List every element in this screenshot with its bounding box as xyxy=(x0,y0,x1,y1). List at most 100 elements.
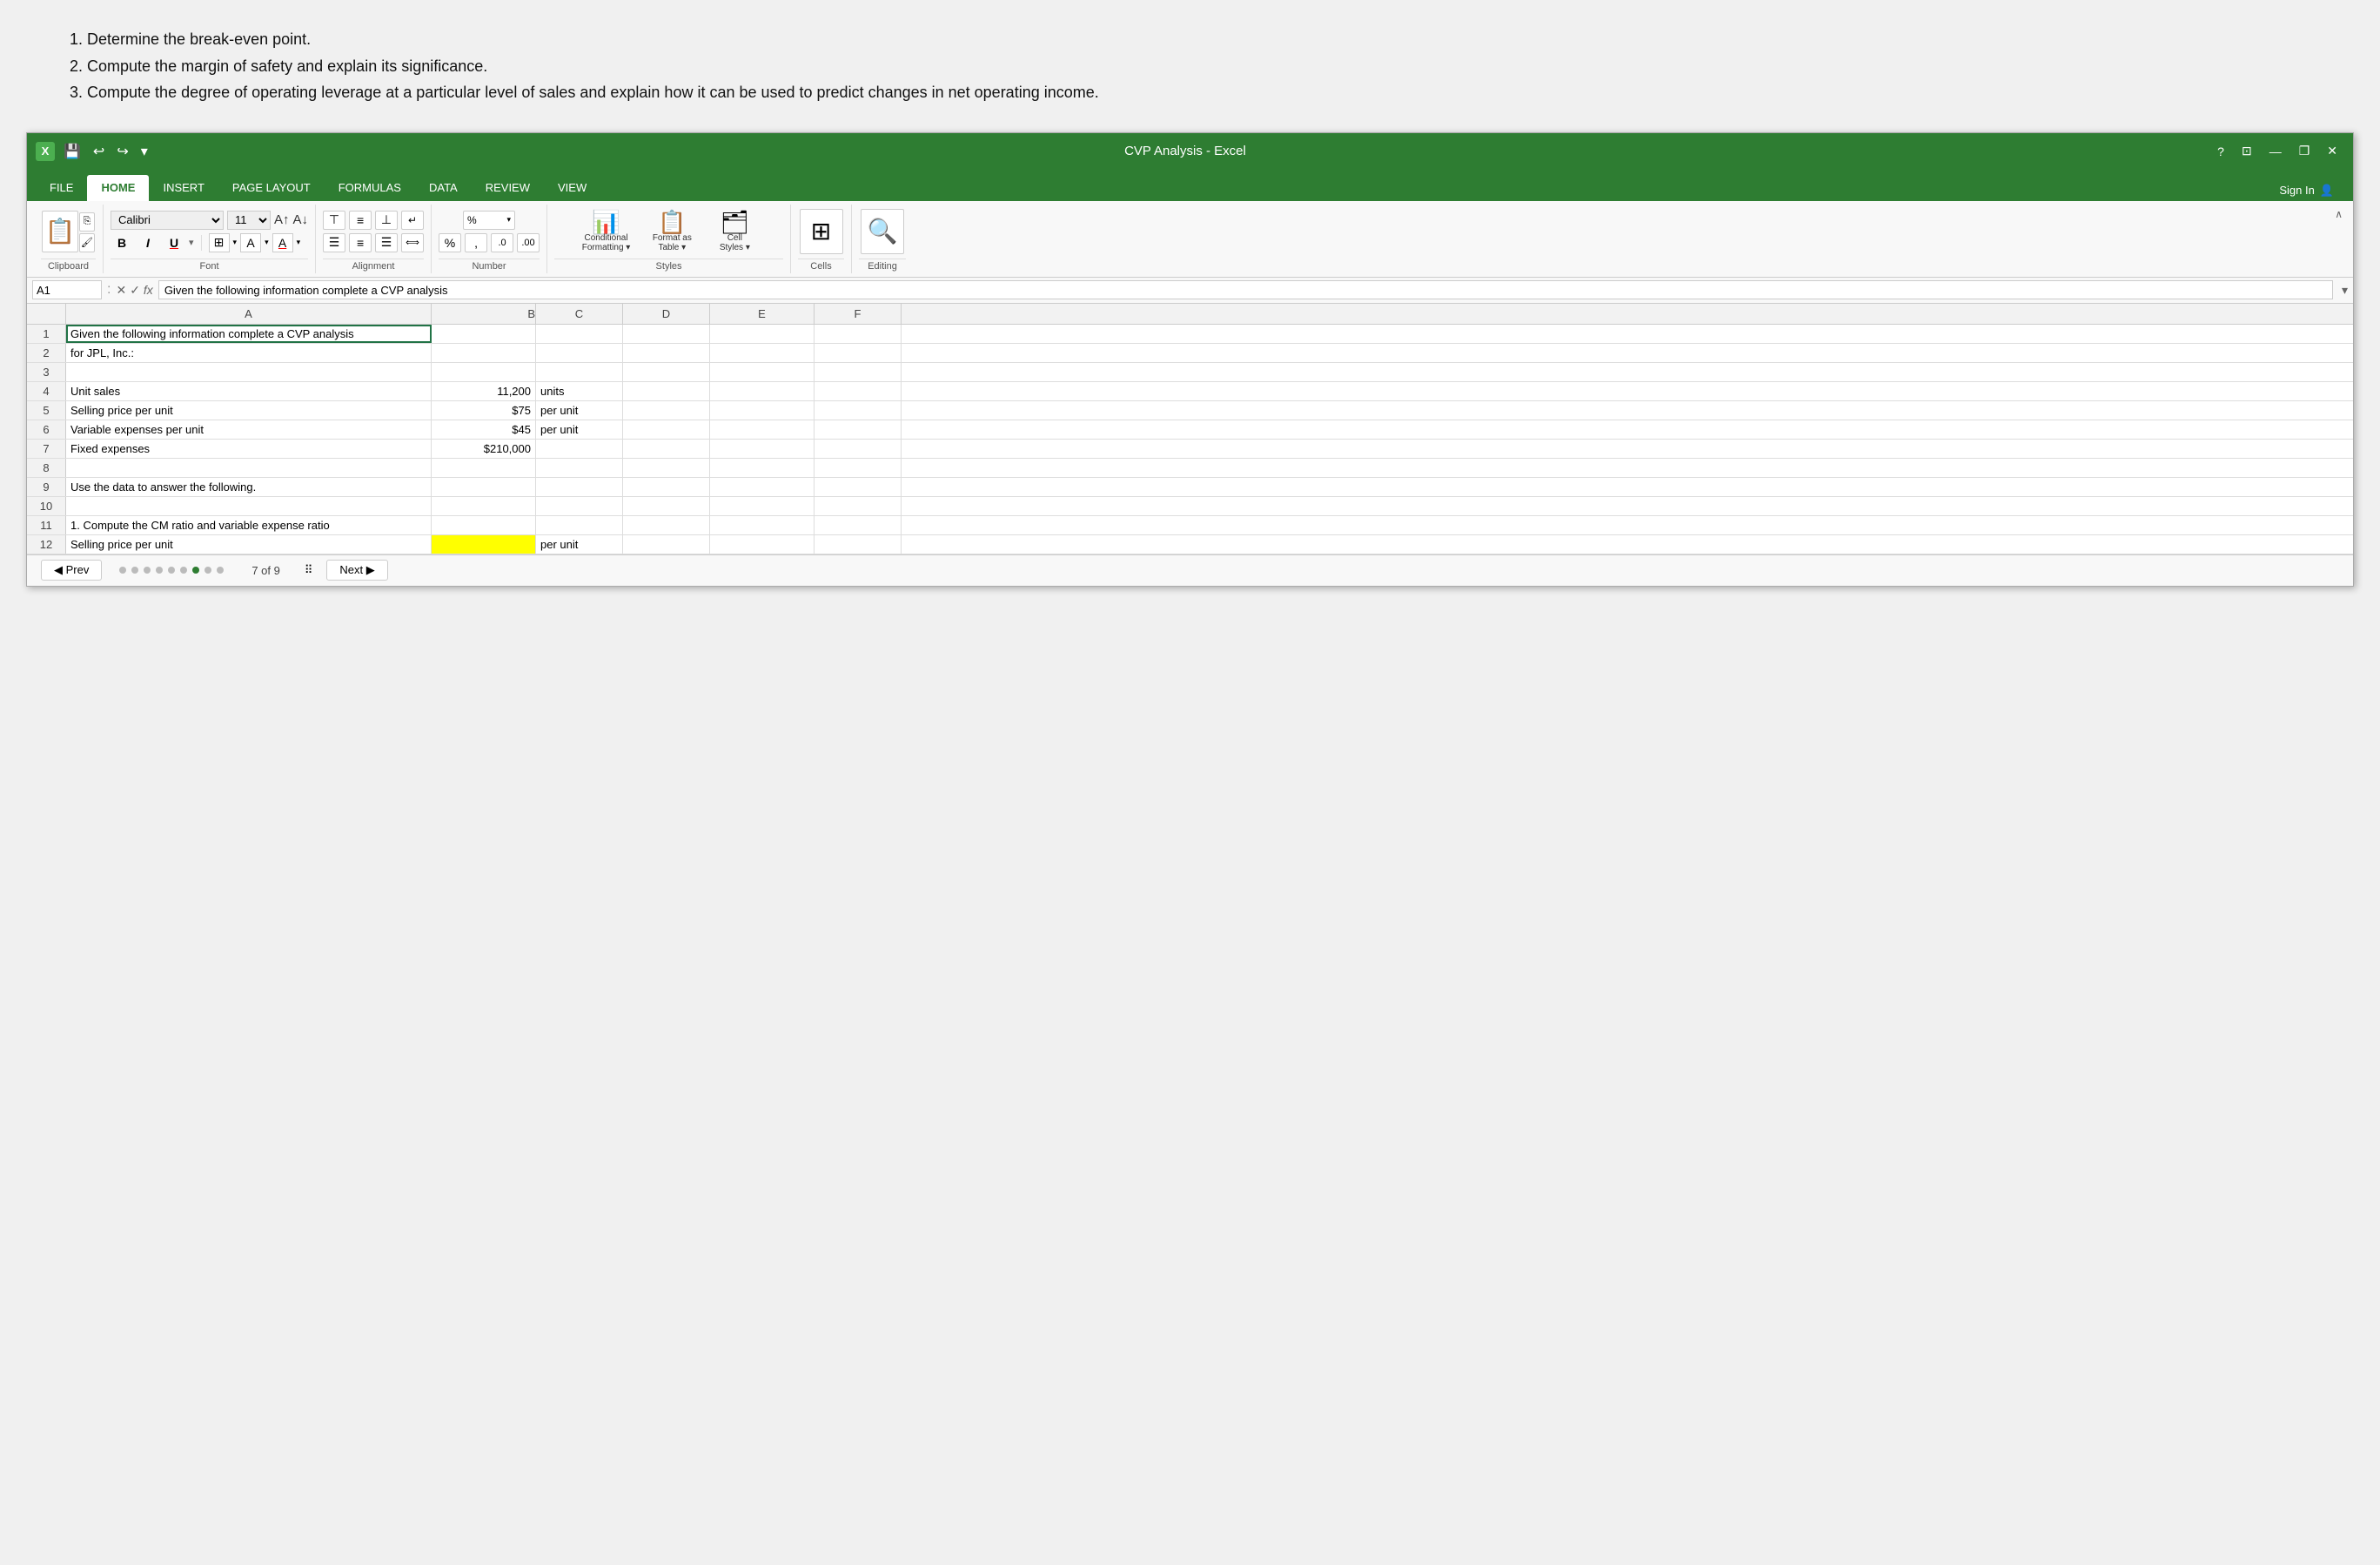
next-button[interactable]: Next ▶ xyxy=(326,560,387,581)
cell-b5[interactable]: $75 xyxy=(432,401,536,420)
tab-data[interactable]: DATA xyxy=(415,175,472,201)
cell-c3[interactable] xyxy=(536,363,623,381)
cell-e10[interactable] xyxy=(710,497,815,515)
tab-file[interactable]: FILE xyxy=(36,175,87,201)
col-header-c[interactable]: C xyxy=(536,304,623,324)
increase-decimal-button[interactable]: .0 xyxy=(491,233,513,252)
minimize-button[interactable]: — xyxy=(2263,143,2289,160)
cell-d6[interactable] xyxy=(623,420,710,439)
cell-a8[interactable] xyxy=(66,459,432,477)
cell-b11[interactable] xyxy=(432,516,536,534)
cell-d11[interactable] xyxy=(623,516,710,534)
sign-in-button[interactable]: Sign In 👤 xyxy=(2269,180,2344,201)
cell-a10[interactable] xyxy=(66,497,432,515)
cell-f9[interactable] xyxy=(815,478,902,496)
cell-b6[interactable]: $45 xyxy=(432,420,536,439)
font-name-select[interactable]: Calibri xyxy=(111,211,224,230)
cell-a6[interactable]: Variable expenses per unit xyxy=(66,420,432,439)
cell-d4[interactable] xyxy=(623,382,710,400)
undo-icon[interactable]: ↩ xyxy=(90,141,108,162)
fill-color-button[interactable]: A xyxy=(240,233,261,252)
prev-button[interactable]: ◀ Prev xyxy=(41,560,102,581)
cell-a9[interactable]: Use the data to answer the following. xyxy=(66,478,432,496)
cell-styles-button[interactable]: 🗂 CellStyles ▾ xyxy=(708,207,761,256)
cancel-formula-icon[interactable]: ✕ xyxy=(116,283,126,298)
cell-f4[interactable] xyxy=(815,382,902,400)
cell-f7[interactable] xyxy=(815,440,902,458)
cell-b10[interactable] xyxy=(432,497,536,515)
cell-d9[interactable] xyxy=(623,478,710,496)
tab-page-layout[interactable]: PAGE LAYOUT xyxy=(218,175,325,201)
merge-button[interactable]: ⟺ xyxy=(401,233,424,252)
cell-d1[interactable] xyxy=(623,325,710,343)
cell-f3[interactable] xyxy=(815,363,902,381)
col-header-f[interactable]: F xyxy=(815,304,902,324)
restore-button[interactable]: ❐ xyxy=(2292,142,2317,160)
col-header-d[interactable]: D xyxy=(623,304,710,324)
conditional-formatting-button[interactable]: 📊 ConditionalFormatting ▾ xyxy=(577,207,636,256)
cell-e2[interactable] xyxy=(710,344,815,362)
format-painter-button[interactable]: 🖌 xyxy=(79,233,95,252)
align-center-button[interactable]: ≡ xyxy=(349,233,372,252)
increase-font-button[interactable]: A↑ xyxy=(274,212,290,227)
ribbon-toggle[interactable]: ⊡ xyxy=(2235,142,2259,160)
cell-a2[interactable]: for JPL, Inc.: xyxy=(66,344,432,362)
cell-d7[interactable] xyxy=(623,440,710,458)
cell-a11[interactable]: 1. Compute the CM ratio and variable exp… xyxy=(66,516,432,534)
cell-a12[interactable]: Selling price per unit xyxy=(66,535,432,554)
formula-expand-icon[interactable]: ▾ xyxy=(2342,283,2348,298)
underline-button[interactable]: U xyxy=(163,233,185,252)
cell-b4[interactable]: 11,200 xyxy=(432,382,536,400)
cell-c8[interactable] xyxy=(536,459,623,477)
bold-button[interactable]: B xyxy=(111,233,133,252)
cell-d5[interactable] xyxy=(623,401,710,420)
cell-b7[interactable]: $210,000 xyxy=(432,440,536,458)
tab-review[interactable]: REVIEW xyxy=(472,175,544,201)
format-table-button[interactable]: 📋 Format asTable ▾ xyxy=(646,207,698,256)
cell-e9[interactable] xyxy=(710,478,815,496)
cell-c9[interactable] xyxy=(536,478,623,496)
cell-d8[interactable] xyxy=(623,459,710,477)
col-header-a[interactable]: A xyxy=(66,304,432,324)
paste-button[interactable]: 📋 xyxy=(42,211,78,252)
font-color-button[interactable]: A xyxy=(272,233,293,252)
editing-main-button[interactable]: 🔍 xyxy=(861,209,904,254)
cell-f12[interactable] xyxy=(815,535,902,554)
percent-button[interactable]: % xyxy=(439,233,461,252)
decrease-decimal-button[interactable]: .00 xyxy=(517,233,540,252)
number-format-select[interactable]: %▾ xyxy=(463,211,515,230)
cell-e8[interactable] xyxy=(710,459,815,477)
cell-c12[interactable]: per unit xyxy=(536,535,623,554)
cell-a1[interactable]: Given the following information complete… xyxy=(66,325,432,343)
cell-c10[interactable] xyxy=(536,497,623,515)
tab-insert[interactable]: INSERT xyxy=(149,175,218,201)
cell-d2[interactable] xyxy=(623,344,710,362)
close-button[interactable]: ✕ xyxy=(2320,142,2344,160)
cell-f2[interactable] xyxy=(815,344,902,362)
save-icon[interactable]: 💾 xyxy=(60,141,84,162)
comma-button[interactable]: , xyxy=(465,233,487,252)
font-color-arrow[interactable]: ▾ xyxy=(297,238,301,247)
cell-f5[interactable] xyxy=(815,401,902,420)
cell-b9[interactable] xyxy=(432,478,536,496)
confirm-formula-icon[interactable]: ✓ xyxy=(130,283,140,298)
help-button[interactable]: ? xyxy=(2210,143,2231,160)
tab-home[interactable]: HOME xyxy=(87,175,149,201)
align-left-button[interactable]: ☰ xyxy=(323,233,345,252)
cell-e4[interactable] xyxy=(710,382,815,400)
cell-reference-input[interactable] xyxy=(32,280,102,299)
cell-c6[interactable]: per unit xyxy=(536,420,623,439)
cell-e11[interactable] xyxy=(710,516,815,534)
cell-b3[interactable] xyxy=(432,363,536,381)
cell-a3[interactable] xyxy=(66,363,432,381)
align-right-button[interactable]: ☰ xyxy=(375,233,398,252)
cell-d3[interactable] xyxy=(623,363,710,381)
cell-a5[interactable]: Selling price per unit xyxy=(66,401,432,420)
cell-e3[interactable] xyxy=(710,363,815,381)
cell-a4[interactable]: Unit sales xyxy=(66,382,432,400)
align-middle-button[interactable]: ≡ xyxy=(349,211,372,230)
expand-ribbon-button[interactable]: ∧ xyxy=(2335,208,2343,220)
align-top-button[interactable]: ⊤ xyxy=(323,211,345,230)
wrap-text-button[interactable]: ↵ xyxy=(401,211,424,230)
tab-formulas[interactable]: FORMULAS xyxy=(325,175,415,201)
